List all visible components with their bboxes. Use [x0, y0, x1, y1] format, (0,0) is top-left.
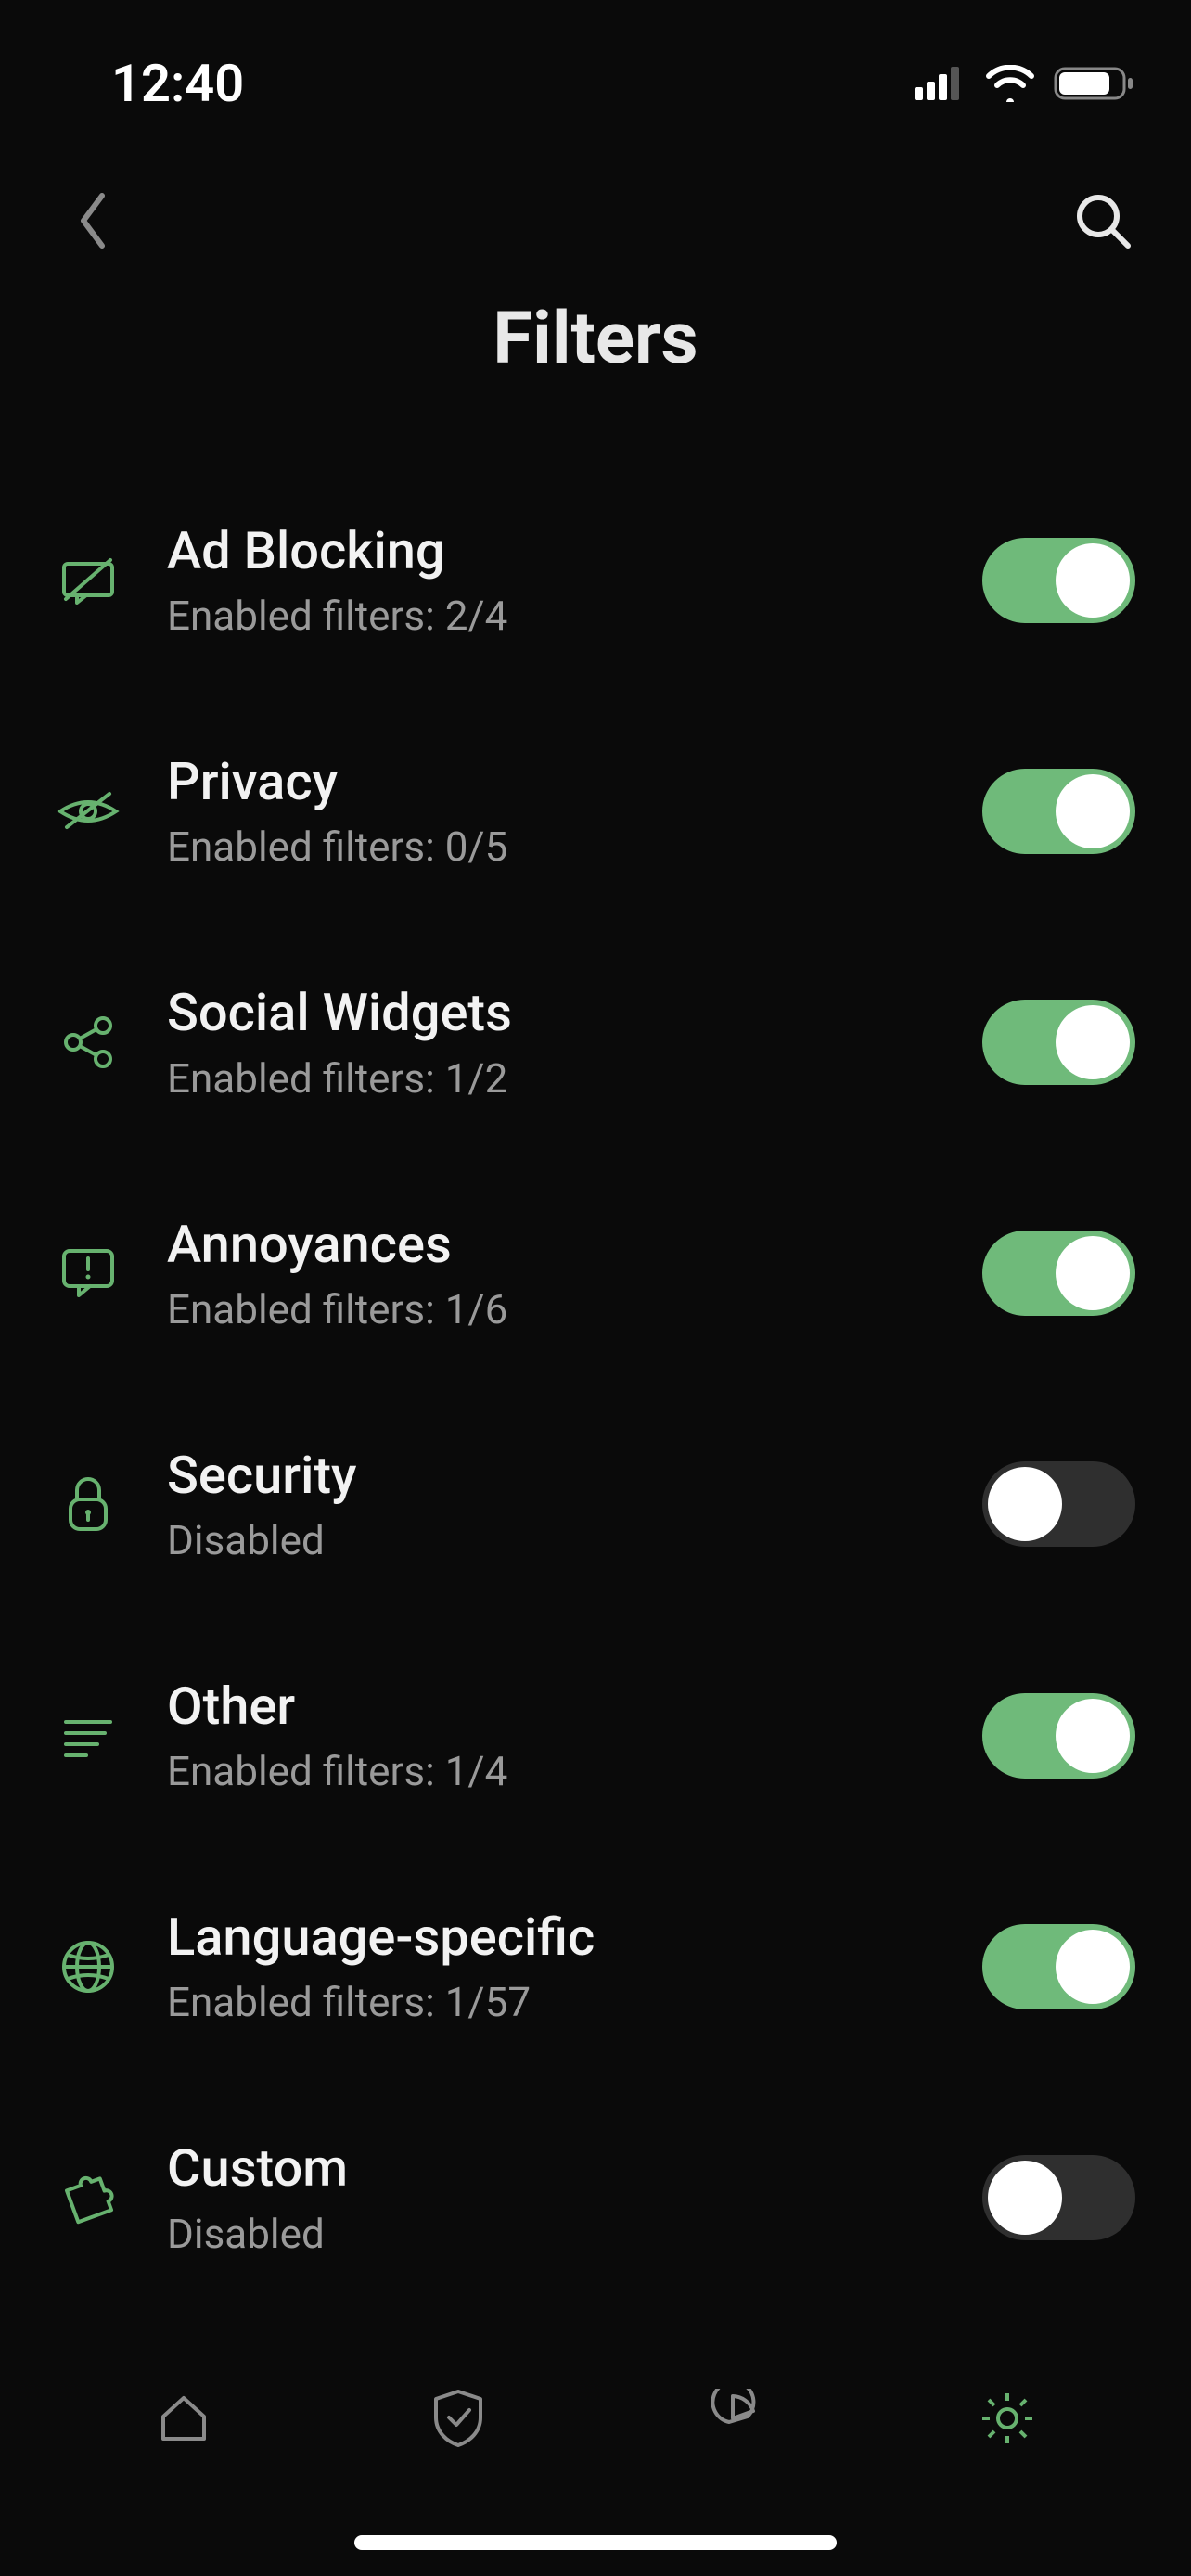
filter-subtitle: Disabled [167, 1516, 982, 1564]
back-button[interactable] [74, 188, 113, 257]
chart-icon [703, 2389, 762, 2448]
filter-row-annoyances[interactable]: Annoyances Enabled filters: 1/6 [46, 1186, 1145, 1361]
page-title-wrap: Filters [0, 297, 1191, 381]
filter-subtitle: Enabled filters: 1/57 [167, 1978, 982, 2026]
filter-subtitle: Disabled [167, 2210, 982, 2258]
tab-bar [0, 2353, 1191, 2576]
wifi-icon [985, 65, 1035, 102]
annoyance-icon [56, 1241, 121, 1306]
share-icon [56, 1010, 121, 1075]
toggle-ad-blocking[interactable] [982, 538, 1135, 623]
filter-title: Privacy [167, 751, 982, 813]
privacy-icon [56, 779, 121, 844]
filter-row-language-specific[interactable]: Language-specific Enabled filters: 1/57 [46, 1879, 1145, 2054]
battery-icon [1054, 65, 1135, 102]
search-button[interactable] [1070, 188, 1135, 257]
filter-row-custom[interactable]: Custom Disabled [46, 2110, 1145, 2285]
status-icons [915, 65, 1135, 102]
toggle-other[interactable] [982, 1693, 1135, 1779]
filter-subtitle: Enabled filters: 0/5 [167, 823, 982, 871]
ad-block-icon [56, 548, 121, 613]
page-title: Filters [0, 297, 1191, 381]
tab-stats[interactable] [696, 2381, 770, 2455]
status-bar: 12:40 [0, 0, 1191, 130]
toggle-security[interactable] [982, 1461, 1135, 1547]
gear-icon [977, 2388, 1038, 2449]
filter-list: Ad Blocking Enabled filters: 2/4 Privacy… [0, 492, 1191, 2286]
toggle-language-specific[interactable] [982, 1924, 1135, 2009]
filter-row-security[interactable]: Security Disabled [46, 1417, 1145, 1592]
shield-icon [429, 2386, 488, 2451]
filter-title: Security [167, 1445, 982, 1507]
tab-protection[interactable] [421, 2381, 495, 2455]
tab-home[interactable] [147, 2381, 221, 2455]
list-icon [56, 1703, 121, 1768]
toggle-annoyances[interactable] [982, 1231, 1135, 1316]
filter-row-other[interactable]: Other Enabled filters: 1/4 [46, 1648, 1145, 1823]
cellular-icon [915, 67, 967, 100]
toggle-social-widgets[interactable] [982, 1000, 1135, 1085]
tab-settings[interactable] [970, 2381, 1044, 2455]
status-time: 12:40 [111, 53, 244, 114]
home-indicator[interactable] [354, 2535, 837, 2550]
filter-title: Ad Blocking [167, 520, 982, 582]
filter-subtitle: Enabled filters: 2/4 [167, 592, 982, 640]
filter-title: Social Widgets [167, 982, 982, 1044]
home-icon [154, 2389, 213, 2448]
toggle-privacy[interactable] [982, 769, 1135, 854]
filter-title: Language-specific [167, 1906, 982, 1969]
filter-row-ad-blocking[interactable]: Ad Blocking Enabled filters: 2/4 [46, 492, 1145, 668]
filter-subtitle: Enabled filters: 1/4 [167, 1747, 982, 1795]
puzzle-icon [56, 2165, 121, 2230]
filter-subtitle: Enabled filters: 1/2 [167, 1054, 982, 1103]
filter-title: Annoyances [167, 1214, 982, 1276]
lock-icon [56, 1472, 121, 1537]
nav-bar [0, 130, 1191, 278]
filter-subtitle: Enabled filters: 1/6 [167, 1285, 982, 1333]
globe-icon [56, 1934, 121, 1999]
filter-row-privacy[interactable]: Privacy Enabled filters: 0/5 [46, 723, 1145, 899]
filter-title: Custom [167, 2137, 982, 2200]
toggle-custom[interactable] [982, 2155, 1135, 2240]
filter-title: Other [167, 1676, 982, 1738]
filter-row-social-widgets[interactable]: Social Widgets Enabled filters: 1/2 [46, 954, 1145, 1129]
